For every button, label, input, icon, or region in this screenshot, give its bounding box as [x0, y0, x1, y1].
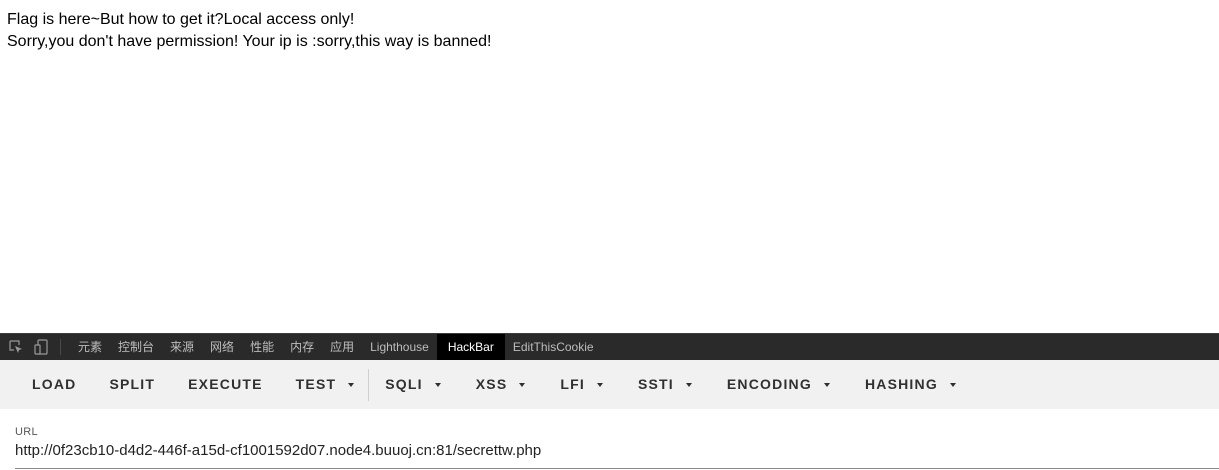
sqli-menu-button[interactable]: SQLI: [385, 360, 441, 409]
page-content: Flag is here~But how to get it?Local acc…: [7, 9, 491, 53]
caret-down-icon: [434, 382, 441, 387]
load-button[interactable]: LOAD: [32, 360, 76, 409]
tab-console[interactable]: 控制台: [110, 334, 162, 360]
hashing-menu-label: HASHING: [864, 376, 938, 392]
tab-sources[interactable]: 来源: [162, 334, 202, 360]
test-menu-label: TEST: [295, 376, 337, 392]
permission-message: Sorry,you don't have permission! Your ip…: [7, 33, 492, 50]
tab-application[interactable]: 应用: [322, 334, 362, 360]
tab-performance[interactable]: 性能: [242, 334, 282, 360]
caret-down-icon: [348, 382, 355, 387]
split-button-label: SPLIT: [109, 376, 156, 392]
url-field[interactable]: URL http://0f23cb10-d4d2-446f-a15d-cf100…: [15, 409, 1219, 470]
tab-lighthouse[interactable]: Lighthouse: [362, 334, 437, 360]
url-input[interactable]: http://0f23cb10-d4d2-446f-a15d-cf1001592…: [15, 442, 541, 459]
encoding-menu-label: ENCODING: [726, 376, 812, 392]
caret-down-icon: [685, 382, 692, 387]
caret-down-icon: [519, 382, 526, 387]
caret-down-icon: [823, 382, 830, 387]
devtools-tab-bar: 元素 控制台 来源 网络 性能 内存 应用 Lighthouse HackBar…: [0, 333, 1219, 360]
tab-elements[interactable]: 元素: [70, 334, 110, 360]
xss-menu-label: XSS: [475, 376, 508, 392]
browser-page: Flag is here~But how to get it?Local acc…: [0, 0, 1219, 470]
encoding-menu-button[interactable]: ENCODING: [727, 360, 830, 409]
ssti-menu-button[interactable]: SSTI: [638, 360, 692, 409]
lfi-menu-button[interactable]: LFI: [560, 360, 603, 409]
tab-divider: [60, 339, 61, 355]
tab-editthiscookie[interactable]: EditThisCookie: [505, 334, 602, 360]
caret-down-icon: [949, 382, 956, 387]
sqli-menu-label: SQLI: [385, 376, 423, 392]
inspect-element-icon[interactable]: [8, 339, 24, 355]
toolbar-divider: [368, 368, 370, 401]
device-toolbar-icon[interactable]: [33, 339, 49, 355]
tab-network[interactable]: 网络: [202, 334, 242, 360]
execute-button-label: EXECUTE: [188, 376, 263, 392]
tab-memory[interactable]: 内存: [282, 334, 322, 360]
lfi-menu-label: LFI: [560, 376, 585, 392]
ssti-menu-label: SSTI: [637, 376, 674, 392]
hashing-menu-button[interactable]: HASHING: [865, 360, 956, 409]
flag-message: Flag is here~But how to get it?Local acc…: [7, 11, 355, 28]
load-button-label: LOAD: [32, 376, 77, 392]
xss-menu-button[interactable]: XSS: [476, 360, 526, 409]
url-label: URL: [15, 426, 38, 438]
test-menu-button[interactable]: TEST: [296, 360, 355, 409]
caret-down-icon: [596, 382, 603, 387]
tab-hackbar[interactable]: HackBar: [436, 334, 505, 360]
split-button[interactable]: SPLIT: [109, 360, 155, 409]
url-underline: [15, 468, 1219, 469]
execute-button[interactable]: EXECUTE: [188, 360, 263, 409]
hackbar-toolbar: LOAD SPLIT EXECUTE TEST SQLI XSS LFI SST…: [0, 360, 1219, 409]
